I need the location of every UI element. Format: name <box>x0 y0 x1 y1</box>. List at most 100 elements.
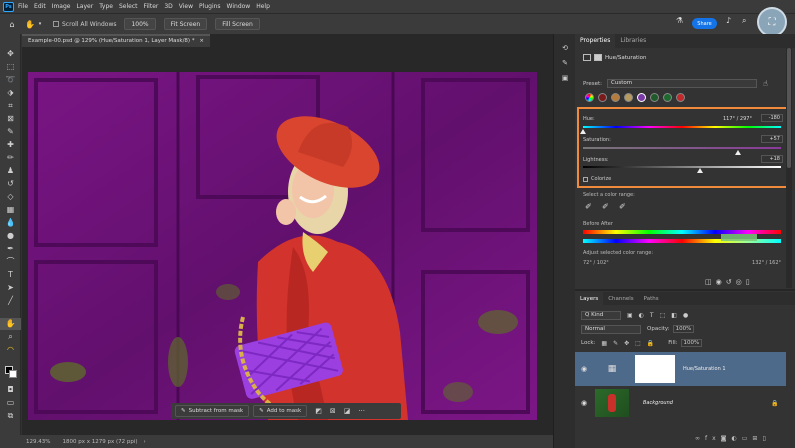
dodge-tool-icon[interactable]: ● <box>0 230 21 242</box>
color-swatches-icon[interactable] <box>0 366 21 378</box>
lock-pixels-icon[interactable]: ▦ <box>601 340 607 347</box>
menu-help[interactable]: Help <box>256 3 270 10</box>
properties-scrollbar[interactable] <box>786 48 792 288</box>
zoom-100-button[interactable]: 100% <box>124 18 156 30</box>
zoom-tool-icon[interactable]: ⌕ <box>0 331 21 343</box>
tab-layers[interactable]: Layers <box>575 292 604 306</box>
saturation-slider-track[interactable] <box>583 147 781 149</box>
menu-file[interactable]: File <box>18 3 28 10</box>
gradient-tool-icon[interactable]: ▦ <box>0 204 21 216</box>
menu-filter[interactable]: Filter <box>144 3 159 10</box>
hand-tool-icon[interactable]: ✋ <box>0 318 21 330</box>
adjustment-filter-icon[interactable]: ◐ <box>639 312 644 319</box>
smart-object-filter-icon[interactable]: ◧ <box>671 312 677 319</box>
curvature-pen-icon[interactable]: ⌒ <box>0 256 21 268</box>
opacity-input[interactable]: 100% <box>672 325 695 333</box>
yellows-swatch[interactable] <box>611 93 620 102</box>
brush-tool-icon[interactable]: ✏ <box>0 152 21 164</box>
lock-position-icon[interactable]: ✥ <box>624 340 629 347</box>
healing-brush-icon[interactable]: ✚ <box>0 139 21 151</box>
close-tab-icon[interactable]: × <box>199 38 204 44</box>
image-canvas[interactable] <box>28 72 537 420</box>
scrollbar-thumb[interactable] <box>787 48 791 168</box>
subtract-from-mask-button[interactable]: ✎ Subtract from mask <box>175 405 250 417</box>
delete-icon[interactable]: ▯ <box>746 278 754 286</box>
status-arrow-icon[interactable]: › <box>144 439 146 445</box>
greens-swatch[interactable] <box>650 93 659 102</box>
delete-layer-icon[interactable]: ▯ <box>762 435 770 442</box>
magentas-swatch[interactable] <box>676 93 685 102</box>
tab-paths[interactable]: Paths <box>639 292 664 306</box>
lightness-value-input[interactable]: +18 <box>761 155 783 163</box>
saturation-slider-thumb[interactable] <box>735 150 741 155</box>
focus-highlight-icon[interactable]: ⛶ <box>757 7 787 37</box>
tab-channels[interactable]: Channels <box>603 292 638 306</box>
fill-screen-button[interactable]: Fill Screen <box>215 18 260 30</box>
quick-mask-icon[interactable]: ◘ <box>0 384 21 396</box>
scroll-all-checkbox[interactable] <box>53 21 59 27</box>
search-icon[interactable]: ⌕ <box>742 16 746 26</box>
menu-window[interactable]: Window <box>227 3 251 10</box>
more-options-icon[interactable]: ··· <box>358 407 365 415</box>
shape-filter-icon[interactable]: ⬚ <box>660 312 666 319</box>
eyedropper-plus-icon[interactable]: ✐ <box>602 202 609 211</box>
lock-icon[interactable]: 🔒 <box>771 400 778 407</box>
screen-mode-icon[interactable]: ▭ <box>0 397 21 409</box>
document-tab[interactable]: Example-00.psd @ 129% (Hue/Saturation 1,… <box>22 34 210 47</box>
menu-edit[interactable]: Edit <box>34 3 46 10</box>
chevron-down-icon[interactable]: ▾ <box>37 21 43 27</box>
lasso-tool-icon[interactable]: ➰ <box>0 74 21 86</box>
move-tool-icon[interactable]: ✥ <box>0 48 21 60</box>
frame-tool-icon[interactable]: ⊠ <box>0 113 21 125</box>
new-layer-icon[interactable]: ⊞ <box>752 435 762 442</box>
new-group-icon[interactable]: ▭ <box>742 435 753 442</box>
colorize-checkbox[interactable] <box>583 176 588 182</box>
blend-mode-dropdown[interactable]: Normal <box>581 324 641 334</box>
eyedropper-tool-icon[interactable]: ✎ <box>0 126 21 138</box>
edit-toolbar-icon[interactable]: ◠ <box>0 344 21 356</box>
history-panel-icon[interactable]: ⟲ <box>559 44 571 54</box>
link-layers-icon[interactable]: ∞ <box>695 435 705 442</box>
hue-slider-thumb[interactable] <box>580 129 586 134</box>
menu-plugins[interactable]: Plugins <box>199 3 221 10</box>
menu-type[interactable]: Type <box>99 3 113 10</box>
share-button[interactable]: Share <box>692 18 717 29</box>
visibility-eye-icon[interactable]: ◉ <box>575 365 593 373</box>
layer-mask-thumbnail[interactable] <box>635 355 675 383</box>
menu-select[interactable]: Select <box>119 3 138 10</box>
visibility-eye-icon[interactable]: ◉ <box>575 399 593 407</box>
add-to-mask-button[interactable]: ✎ Add to mask <box>253 405 308 417</box>
clip-to-layer-icon[interactable]: ◫ <box>705 278 716 286</box>
type-tool-icon[interactable]: T <box>0 269 21 281</box>
eraser-tool-icon[interactable]: ◇ <box>0 191 21 203</box>
master-swatch[interactable] <box>585 93 594 102</box>
pixel-filter-icon[interactable]: ▣ <box>627 312 633 319</box>
kind-filter-dropdown[interactable]: Q Kind <box>581 310 621 320</box>
home-icon[interactable]: ⌂ <box>6 20 18 29</box>
marquee-tool-icon[interactable]: ⬚ <box>0 61 21 73</box>
reset-icon[interactable]: ↺ <box>726 278 736 286</box>
zoom-level[interactable]: 129.43% <box>26 439 50 445</box>
bell-icon[interactable]: ♪ <box>726 16 731 25</box>
saturation-value-input[interactable]: +57 <box>761 135 783 143</box>
tab-properties[interactable]: Properties <box>575 34 616 48</box>
view-previous-icon[interactable]: ◉ <box>716 278 726 286</box>
menu-image[interactable]: Image <box>52 3 71 10</box>
stamp-tool-icon[interactable]: ♟ <box>0 165 21 177</box>
skin-swatch[interactable] <box>624 93 633 102</box>
comments-panel-icon[interactable]: ✎ <box>559 59 571 69</box>
path-select-icon[interactable]: ➤ <box>0 282 21 294</box>
color-range-selector[interactable] <box>721 234 757 241</box>
menu-view[interactable]: View <box>179 3 193 10</box>
pen-tool-icon[interactable]: ✒ <box>0 243 21 255</box>
type-filter-icon[interactable]: T <box>650 312 654 319</box>
hue-slider-track[interactable] <box>583 126 781 128</box>
reds-swatch[interactable] <box>598 93 607 102</box>
crop-tool-icon[interactable]: ⌗ <box>0 100 21 112</box>
fill-mask-icon[interactable]: ◪ <box>344 407 351 415</box>
cyans-swatch[interactable] <box>663 93 672 102</box>
eyedropper-minus-icon[interactable]: ✐ <box>619 202 626 211</box>
fx-icon[interactable]: fx <box>705 435 721 442</box>
layer-row-background[interactable]: ◉ Background 🔒 <box>575 386 786 420</box>
eyedropper-icon[interactable]: ✐ <box>585 202 592 211</box>
